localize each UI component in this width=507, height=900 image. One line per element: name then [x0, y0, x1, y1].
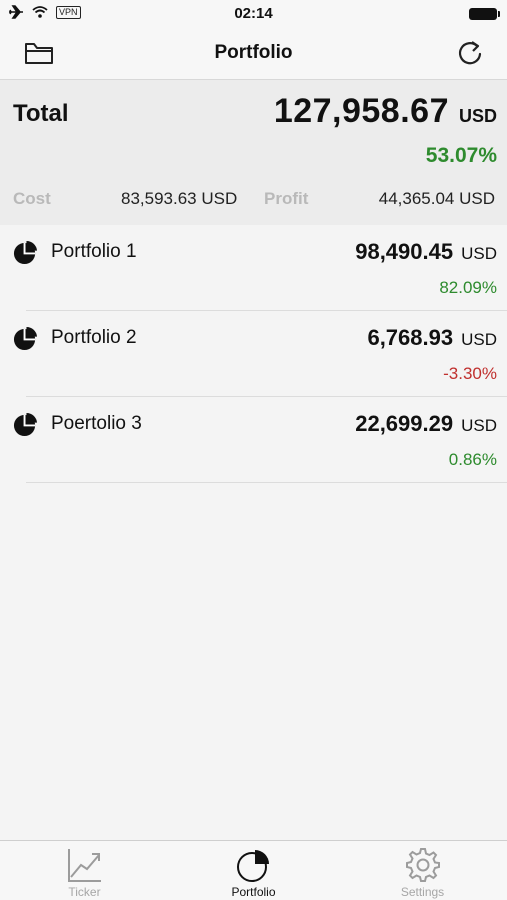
- portfolio-summary: Total 127,958.67 USD 53.07% Cost 83,593.…: [0, 80, 507, 225]
- profit-value: 44,365.04 USD: [378, 189, 495, 208]
- pie-chart-icon: [13, 412, 38, 437]
- portfolio-name: Poertolio 3: [51, 413, 142, 434]
- page-title: Portfolio: [214, 42, 293, 63]
- pie-chart-icon: [236, 850, 269, 882]
- tab-label: Portfolio: [231, 885, 276, 899]
- portfolio-value: 98,490.45: [355, 239, 454, 264]
- portfolio-value-wrap: 22,699.29 USD: [355, 411, 497, 437]
- battery-icon: [469, 8, 500, 20]
- portfolio-value: 22,699.29: [355, 411, 454, 436]
- row-divider: [26, 482, 507, 483]
- portfolio-percent: 0.86%: [448, 450, 497, 469]
- portfolio-row-2[interactable]: Portfolio 2 6,768.93 USD -3.30%: [0, 311, 507, 397]
- refresh-icon[interactable]: [455, 38, 485, 68]
- gear-icon: [405, 848, 440, 882]
- tab-settings[interactable]: Settings: [338, 841, 507, 900]
- total-value: 127,958.67: [273, 92, 449, 130]
- tab-label: Ticker: [68, 885, 101, 899]
- portfolio-value-wrap: 98,490.45 USD: [355, 239, 497, 265]
- portfolio-row-3[interactable]: Poertolio 3 22,699.29 USD 0.86%: [0, 397, 507, 483]
- tab-bar: Ticker Portfolio Settings: [0, 840, 507, 900]
- portfolio-value-wrap: 6,768.93 USD: [367, 325, 497, 351]
- portfolio-percent: 82.09%: [439, 278, 497, 297]
- portfolio-value: 6,768.93: [367, 325, 454, 350]
- portfolio-name: Portfolio 1: [51, 241, 137, 262]
- cost-value: 83,593.63 USD: [121, 189, 238, 208]
- tab-label: Settings: [400, 885, 445, 899]
- portfolio-currency: USD: [461, 330, 497, 349]
- portfolio-row-1[interactable]: Portfolio 1 98,490.45 USD 82.09%: [0, 225, 507, 311]
- status-bar: VPN 02:14: [0, 0, 507, 28]
- total-label: Total: [13, 100, 69, 127]
- tab-portfolio[interactable]: Portfolio: [169, 841, 338, 900]
- profit-label: Profit: [264, 189, 309, 208]
- nav-bar: Portfolio: [0, 28, 507, 80]
- portfolio-percent: -3.30%: [443, 364, 497, 383]
- pie-chart-icon: [13, 240, 38, 265]
- pie-chart-icon: [13, 326, 38, 351]
- portfolio-currency: USD: [461, 244, 497, 263]
- portfolio-name: Portfolio 2: [51, 327, 137, 348]
- portfolio-list: Portfolio 1 98,490.45 USD 82.09% Portfol…: [0, 225, 507, 483]
- status-time: 02:14: [234, 5, 273, 22]
- total-currency: USD: [458, 106, 497, 126]
- total-row: 127,958.67 USD: [274, 92, 497, 131]
- tab-ticker[interactable]: Ticker: [0, 841, 169, 900]
- cost-label: Cost: [13, 189, 51, 208]
- portfolio-currency: USD: [461, 416, 497, 435]
- chart-line-icon: [67, 849, 101, 882]
- total-percent: 53.07%: [425, 144, 497, 167]
